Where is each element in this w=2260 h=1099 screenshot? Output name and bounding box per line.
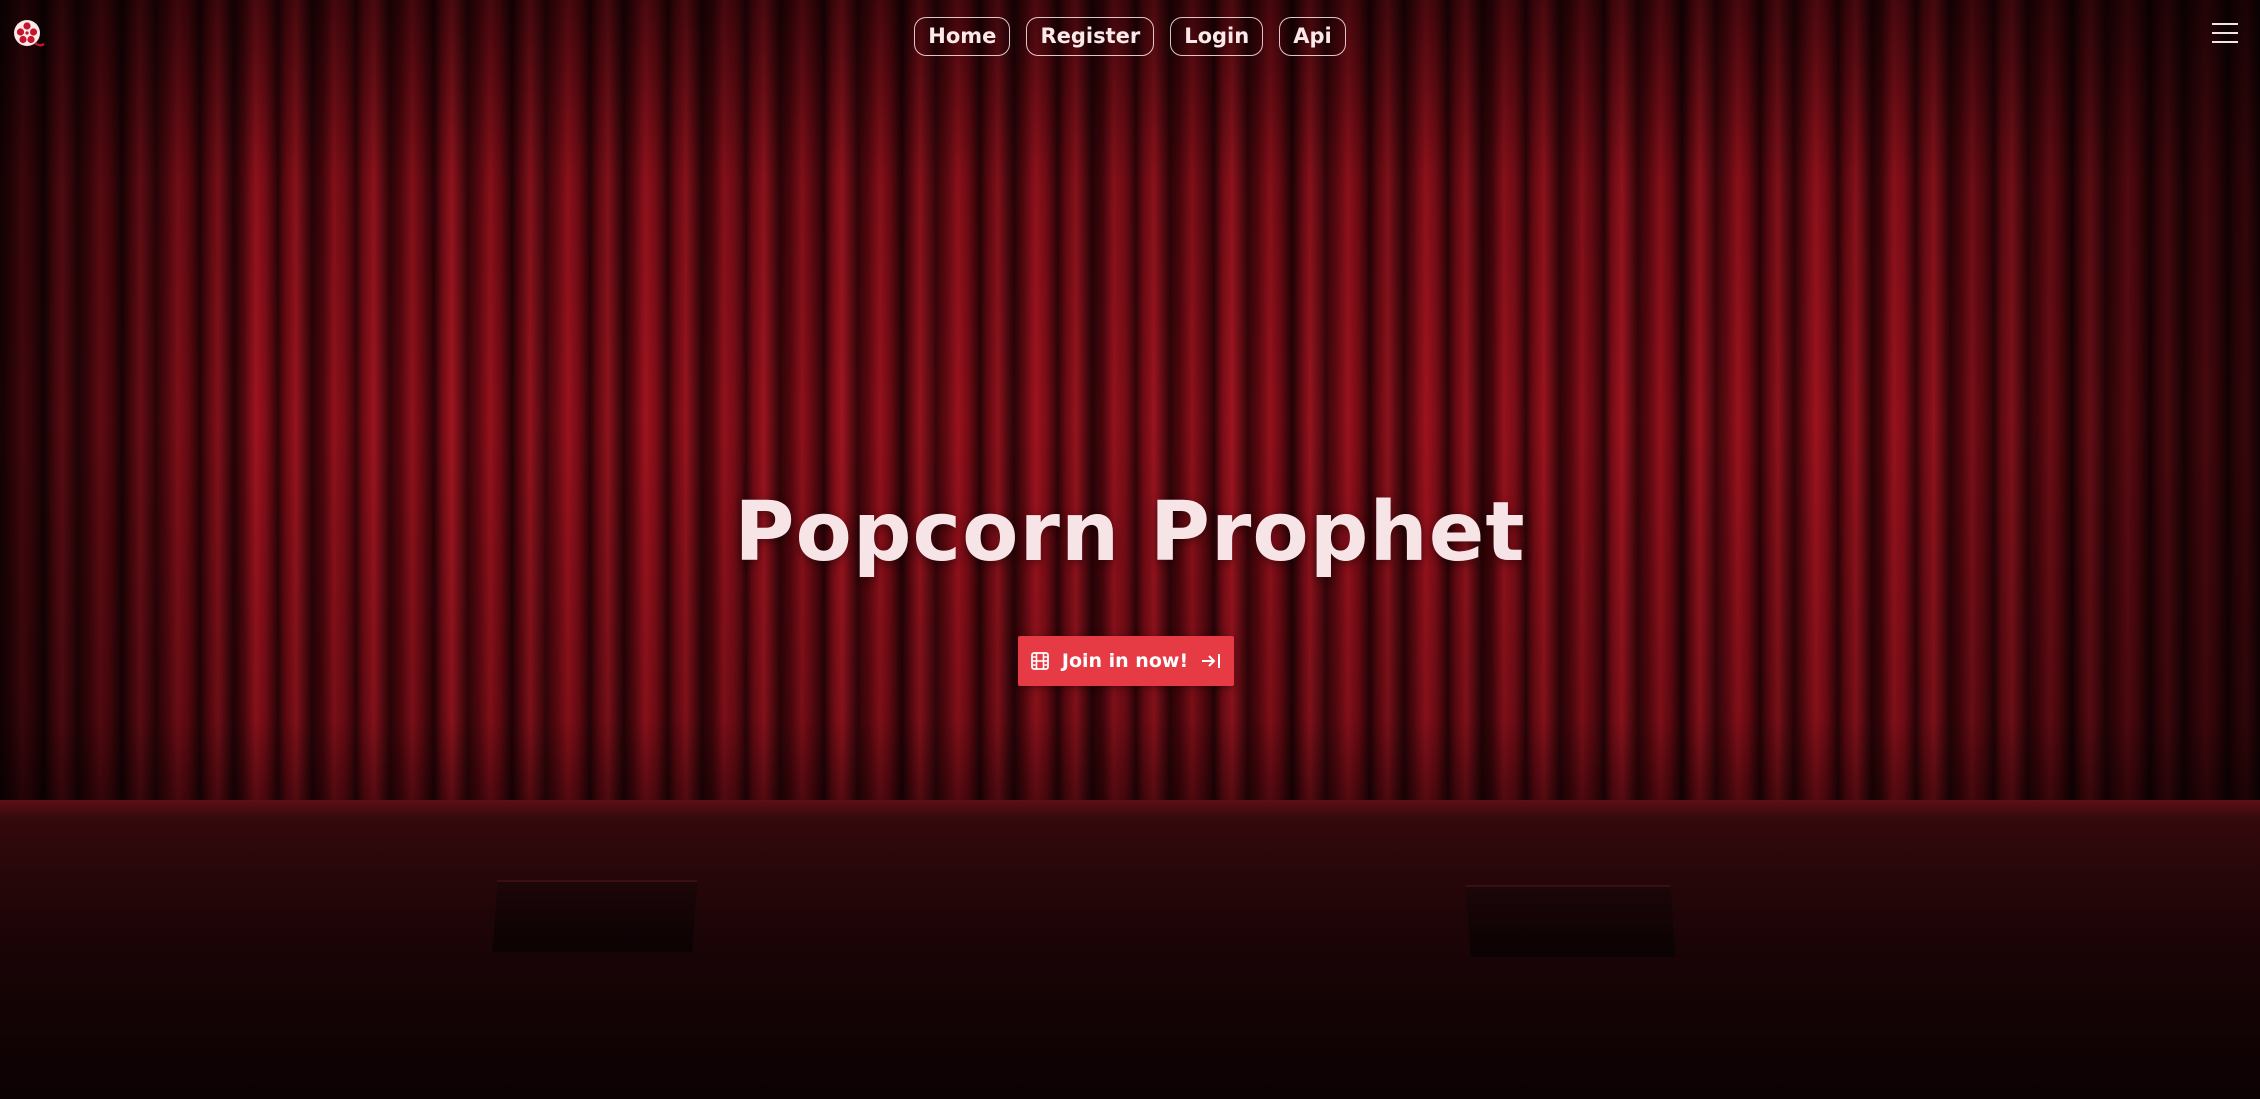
film-icon (1030, 651, 1050, 671)
join-now-label: Join in now! (1061, 650, 1189, 672)
landing-page: Home Register Login Api Popcorn Prophet … (0, 0, 2260, 1099)
nav-home-button[interactable]: Home (914, 17, 1011, 56)
curtain-shading (0, 0, 2260, 820)
stage-monitor-right (1465, 885, 1676, 957)
nav-register-button[interactable]: Register (1026, 17, 1155, 56)
page-title: Popcorn Prophet (734, 485, 1526, 580)
nav-login-button[interactable]: Login (1170, 17, 1264, 56)
hamburger-menu-icon[interactable] (2212, 22, 2238, 44)
stage-edge (0, 800, 2260, 818)
stage-floor (0, 800, 2260, 1099)
join-now-button[interactable]: Join in now! (1018, 636, 1234, 686)
nav-api-button[interactable]: Api (1279, 17, 1346, 56)
stage-monitor-left (492, 880, 698, 952)
top-nav: Home Register Login Api (0, 17, 2260, 56)
arrow-right-to-bar-icon (1200, 652, 1222, 670)
